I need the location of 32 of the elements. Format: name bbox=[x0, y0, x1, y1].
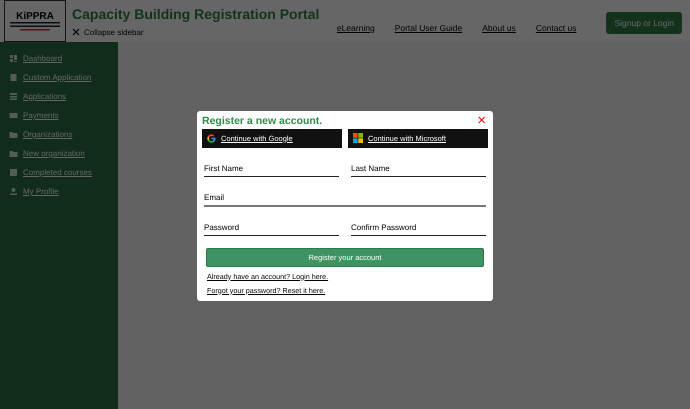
logo-name: KiPPRA bbox=[16, 10, 54, 22]
sidebar-item[interactable]: Applications bbox=[0, 88, 118, 105]
user-icon bbox=[9, 187, 18, 196]
portal-title: Capacity Building Registration Portal bbox=[72, 6, 320, 22]
list-icon bbox=[9, 92, 18, 101]
input-field[interactable]: Confirm Password bbox=[351, 218, 486, 236]
google-logo-icon bbox=[207, 134, 216, 142]
input-field[interactable]: Last Name bbox=[351, 160, 486, 176]
sidebar-item[interactable]: Completed courses bbox=[0, 164, 118, 181]
microsoft-logo-icon bbox=[353, 133, 363, 143]
nav-link[interactable]: About us bbox=[482, 23, 516, 33]
collapse-sidebar-button[interactable]: Collapse sidebar bbox=[72, 28, 331, 36]
sidebar-item[interactable]: Organizations bbox=[0, 126, 118, 143]
signup-login-button[interactable]: Signup or Login bbox=[606, 12, 682, 34]
sidebar-item[interactable]: Dashboard bbox=[0, 50, 118, 67]
dashboard-icon bbox=[9, 54, 18, 63]
logo-stripes-drawing bbox=[10, 22, 60, 32]
folder-icon bbox=[9, 149, 18, 158]
nav-link[interactable]: Contact us bbox=[536, 23, 576, 33]
input-field[interactable]: Password bbox=[204, 218, 339, 236]
close-button[interactable]: × bbox=[475, 114, 488, 126]
dialog-title: Register a new account. bbox=[202, 114, 322, 126]
input-field[interactable]: First Name bbox=[204, 160, 339, 176]
folder-icon bbox=[9, 130, 18, 139]
nav-link[interactable]: Portal User Guide bbox=[394, 23, 462, 33]
nav-link[interactable]: eLearning bbox=[336, 23, 375, 33]
close-icon bbox=[72, 28, 80, 36]
sidebar-item[interactable]: Payments bbox=[0, 107, 118, 124]
sidebar-item[interactable]: My Profile bbox=[0, 183, 118, 200]
input-field[interactable]: Email bbox=[204, 188, 486, 206]
sidebar-item[interactable]: Custom Application bbox=[0, 69, 118, 86]
sidebar-item[interactable]: New organization bbox=[0, 145, 118, 162]
